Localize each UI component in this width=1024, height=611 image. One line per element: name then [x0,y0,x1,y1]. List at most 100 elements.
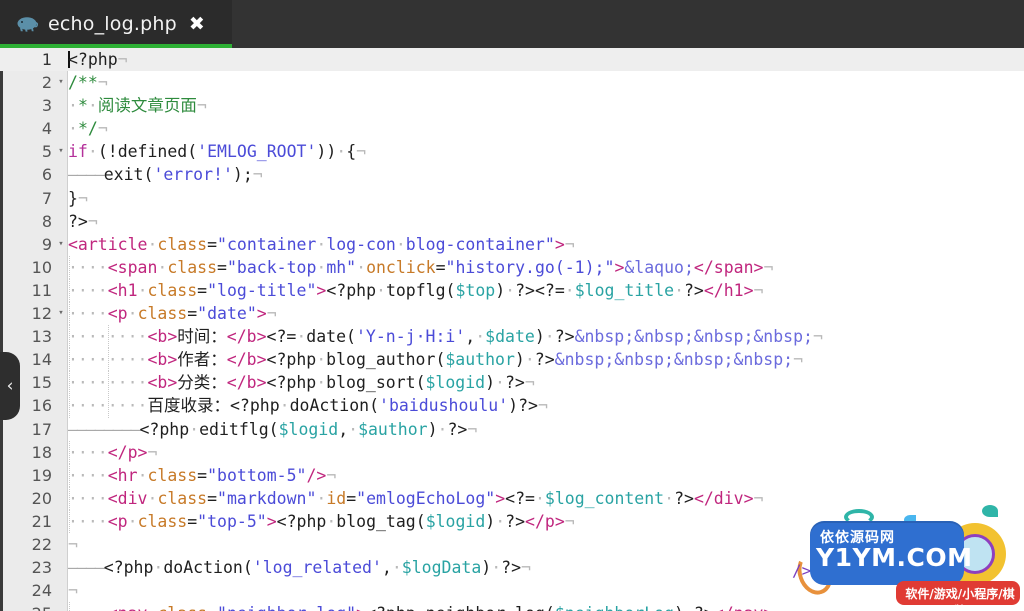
code-line[interactable]: 22 ¬ [0,533,1024,556]
code-token: · [326,511,337,531]
code-line[interactable]: 18 ····</p>¬ [0,441,1024,464]
code-token: · [148,604,158,611]
code-token: exit [103,165,144,185]
line-number: 8 [41,211,52,231]
line-number: 11 [31,280,52,300]
line-number: 10 [31,257,52,277]
code-token: ) [674,604,684,611]
code-token: ?> [674,488,694,508]
code-token: <span [107,257,158,277]
close-icon[interactable]: ✖ [189,14,205,34]
code-token: , [338,419,349,439]
code-line[interactable]: 21 ····<p·class="top-5"><?php·blog_tag($l… [0,510,1024,533]
code-editor[interactable]: 1 <?php¬ 2 ▾/**¬ 3 ·*·阅读文章页面¬ 4 ·*/¬ 5 ▾ if·(!defi… [0,48,1024,611]
code-line[interactable]: 7}¬ [0,187,1024,210]
code-token: · [437,419,448,439]
code-token: * [77,96,88,116]
code-token: ( [346,327,356,347]
code-token: · [87,96,98,116]
code-token: · [127,304,138,324]
code-line-text: ?>¬ [68,210,98,233]
line-number: 9 [41,234,52,254]
code-token: <?php [103,558,154,578]
code-token: ?> [684,280,704,300]
line-number: 3 [41,96,52,116]
code-token: · [316,257,327,277]
code-token: · [316,373,327,393]
code-line[interactable]: 10 ····<span·class="back-top·mh"·onclick=… [0,256,1024,279]
code-line[interactable]: 16 ········百度收录：<?php·doAction('baidushou… [0,394,1024,417]
code-token: 分类： [177,373,227,393]
code-token: ?> [501,558,522,578]
code-token: ¬ [326,465,337,485]
code-token: · [137,465,148,485]
fold-arrow-icon[interactable]: ▾ [56,233,66,256]
code-token: ( [545,604,555,611]
code-line[interactable]: 2 ▾/**¬ [0,71,1024,94]
code-token: <?php [266,350,317,370]
code-line[interactable]: 15 ········<b>分类：</b><?php·blog_sort($log… [0,371,1024,394]
code-line[interactable]: 12 ▾ ····<p·class="date">¬ [0,302,1024,325]
code-token: · [495,511,506,531]
line-number: 22 [31,534,52,554]
code-line[interactable]: 4 ·*/¬ [0,117,1024,140]
code-token: "log-title" [207,280,317,300]
code-token: <b> [147,350,178,370]
code-token: 'EMLOG_ROOT' [197,142,317,162]
code-token: ?> [534,350,555,370]
sidebar-toggle-handle[interactable]: ‹ [0,352,20,420]
code-token: <?php [68,50,118,69]
code-line-text: ····<p·class="date">¬ [68,302,277,325]
code-token: if [68,142,88,162]
indent-guide [108,394,110,418]
code-token: ¬ [196,96,207,116]
code-line[interactable]: 25····<nav·class="neighbor-log"><?php·ne… [0,602,1024,611]
code-token: · [316,350,327,370]
code-token: $neighborLog [555,604,674,611]
code-token: · [505,280,516,300]
fold-arrow-icon[interactable]: ▾ [56,302,66,325]
php-elephant-icon [16,16,39,32]
code-token: · [336,142,347,162]
code-line-text: ····<div·class="markdown"·id="emlogEchoL… [68,487,763,510]
code-token: &nbsp;&nbsp;&nbsp;&nbsp; [574,327,813,347]
code-token: ···· [68,304,108,324]
code-token: "date" [197,304,257,324]
code-token: · [137,280,148,300]
code-line[interactable]: 20 ····<div·class="markdown"·id="emlogEch… [0,487,1024,510]
code-token: ¬ [68,534,78,554]
code-token: · [416,604,426,611]
code-token: onclick [366,257,436,277]
code-line[interactable]: 8 ?>¬ [0,210,1024,233]
code-line[interactable]: 19 ····<hr·class="bottom-5"/>¬ [0,464,1024,487]
code-token: ) [485,511,496,531]
code-line[interactable]: 5 ▾ if·(!defined('EMLOG_ROOT'))·{¬ [0,140,1024,163]
code-token: > [316,280,327,300]
code-line[interactable]: 17 ————————<?php·editflg($logid,·$author)… [0,418,1024,441]
code-line[interactable]: 23 ————<?php·doAction('log_related',·$log… [0,556,1024,579]
code-line[interactable]: 14 ········<b>作者：</b><?php·blog_author($a… [0,348,1024,371]
code-line[interactable]: 1 <?php¬ [0,48,1024,72]
tab-echo-log-php[interactable]: echo_log.php ✖ [0,0,232,48]
code-line[interactable]: 13 ········<b>时间：</b><?=·date('Y-n-j·H:i'… [0,325,1024,348]
fold-arrow-icon[interactable]: ▾ [56,71,66,94]
code-line[interactable]: 6 ————exit('error!');¬ [0,163,1024,186]
code-line[interactable]: 3 ·*·阅读文章页面¬ [0,94,1024,117]
code-token: = [207,234,218,254]
code-token: ···· [68,442,108,462]
code-token: ?> [518,396,538,416]
code-token: <?= [266,327,297,347]
code-token: <?php [229,396,280,416]
code-token: ( [143,165,154,185]
code-token: = [197,465,208,485]
code-token: ¬ [147,442,158,462]
fold-arrow-icon[interactable]: ▾ [56,140,66,163]
indent-guide [108,371,110,395]
code-token: · [279,396,290,416]
code-token: · [68,119,78,139]
code-content[interactable]: 1 <?php¬ 2 ▾/**¬ 3 ·*·阅读文章页面¬ 4 ·*/¬ 5 ▾ if·(!defi… [0,48,1024,611]
code-token: (! [97,142,118,162]
code-line[interactable]: 9 ▾ <article·class="container·log-con·blog… [0,233,1024,256]
code-line[interactable]: 24 ¬ [0,579,1024,602]
code-line[interactable]: 11 ····<h1·class="log-title"><?php·topflg… [0,279,1024,302]
